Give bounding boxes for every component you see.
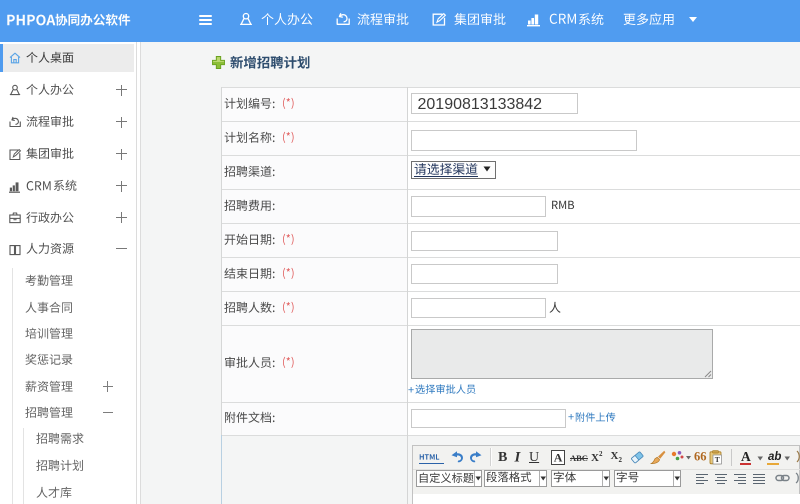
- svg-text:T: T: [715, 455, 720, 464]
